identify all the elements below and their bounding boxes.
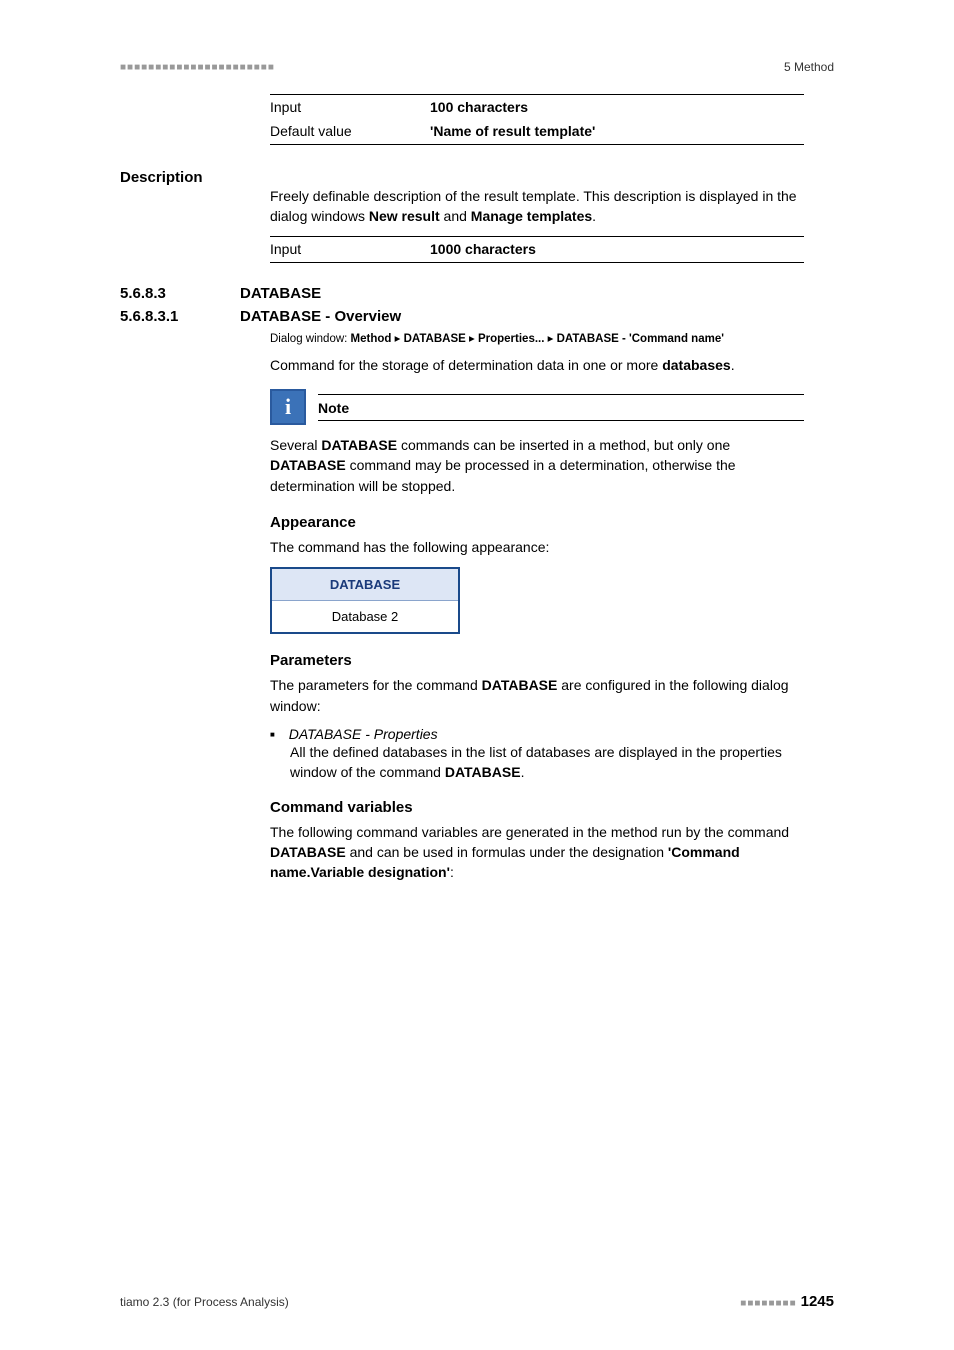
- text: Command for the storage of determination…: [270, 357, 662, 373]
- path-part: Method: [351, 333, 392, 345]
- path-part: DATABASE: [404, 333, 466, 345]
- description-text: Freely definable description of the resu…: [270, 186, 804, 227]
- footer-right: ■■■■■■■■ 1245: [740, 1293, 834, 1310]
- header-dots: ■■■■■■■■■■■■■■■■■■■■■■: [120, 62, 275, 73]
- text: and can be used in formulas under the de…: [346, 844, 668, 860]
- sep: ▸: [466, 333, 478, 345]
- page-footer: tiamo 2.3 (for Process Analysis) ■■■■■■■…: [120, 1293, 834, 1310]
- note-title: Note: [318, 394, 804, 421]
- bold-text: DATABASE: [321, 437, 397, 453]
- page-number: 1245: [801, 1293, 834, 1310]
- footer-left: tiamo 2.3 (for Process Analysis): [120, 1295, 289, 1309]
- bold-text: Manage templates: [471, 208, 592, 224]
- text: and: [440, 208, 471, 224]
- path-part: Properties...: [478, 333, 544, 345]
- section-title: DATABASE: [240, 285, 321, 302]
- list-item-title: DATABASE - Properties: [289, 726, 438, 742]
- database-widget-value: Database 2: [272, 601, 458, 632]
- param-table-1: Input 100 characters Default value 'Name…: [270, 94, 804, 145]
- param-key: Input: [270, 238, 430, 260]
- dialog-window-path: Dialog window: Method ▸ DATABASE ▸ Prope…: [270, 331, 804, 347]
- sep: ▸: [544, 333, 556, 345]
- bold-text: DATABASE: [482, 677, 558, 693]
- breadcrumb: 5 Method: [784, 60, 834, 74]
- parameters-heading: Parameters: [270, 652, 804, 669]
- text: commands can be inserted in a method, bu…: [397, 437, 730, 453]
- appearance-heading: Appearance: [270, 514, 804, 531]
- table-row: Input 1000 characters: [270, 237, 804, 261]
- text: .: [731, 357, 735, 373]
- param-val: 1000 characters: [430, 238, 536, 260]
- info-icon: i: [270, 389, 306, 425]
- param-table-2: Input 1000 characters: [270, 236, 804, 262]
- text: The parameters for the command: [270, 677, 482, 693]
- database-widget-title: DATABASE: [272, 569, 458, 601]
- bold-text: New result: [369, 208, 440, 224]
- bold-text: databases: [662, 357, 730, 373]
- bold-text: DATABASE: [445, 764, 521, 780]
- param-key: Input: [270, 96, 430, 118]
- section-5-6-8-3-1: 5.6.8.3.1 DATABASE - Overview: [120, 308, 834, 325]
- text: .: [592, 208, 596, 224]
- section-number: 5.6.8.3: [120, 285, 240, 302]
- section-5-6-8-3: 5.6.8.3 DATABASE: [120, 285, 834, 302]
- info-icon-glyph: i: [285, 394, 291, 420]
- parameters-list: DATABASE - Properties All the defined da…: [270, 726, 804, 783]
- database-widget: DATABASE Database 2: [270, 567, 460, 634]
- command-variables-heading: Command variables: [270, 799, 804, 816]
- page-header: ■■■■■■■■■■■■■■■■■■■■■■ 5 Method: [120, 60, 834, 74]
- section-title: DATABASE - Overview: [240, 308, 401, 325]
- text: Several: [270, 437, 321, 453]
- footer-dots: ■■■■■■■■: [740, 1298, 796, 1309]
- command-variables-text: The following command variables are gene…: [270, 822, 804, 883]
- param-key: Default value: [270, 120, 430, 142]
- path-part: DATABASE - 'Command name': [557, 333, 724, 345]
- section-number: 5.6.8.3.1: [120, 308, 240, 325]
- param-val: 'Name of result template': [430, 120, 595, 142]
- note-text: Several DATABASE commands can be inserte…: [270, 435, 804, 496]
- bold-text: DATABASE: [270, 844, 346, 860]
- appearance-text: The command has the following appearance…: [270, 537, 804, 557]
- list-item-desc: All the defined databases in the list of…: [290, 742, 804, 783]
- param-val: 100 characters: [430, 96, 528, 118]
- bold-text: DATABASE: [270, 457, 346, 473]
- text: Dialog window:: [270, 333, 351, 345]
- command-description: Command for the storage of determination…: [270, 355, 804, 375]
- parameters-text: The parameters for the command DATABASE …: [270, 675, 804, 716]
- table-row: Input 100 characters: [270, 95, 804, 119]
- table-row: Default value 'Name of result template': [270, 119, 804, 143]
- text: All the defined databases in the list of…: [290, 744, 782, 780]
- text: The following command variables are gene…: [270, 824, 789, 840]
- note-box: i Note Several DATABASE commands can be …: [270, 389, 804, 496]
- text: :: [450, 864, 454, 880]
- description-heading: Description: [120, 169, 270, 186]
- sep: ▸: [391, 333, 403, 345]
- list-item: DATABASE - Properties All the defined da…: [270, 726, 804, 783]
- text: .: [521, 764, 525, 780]
